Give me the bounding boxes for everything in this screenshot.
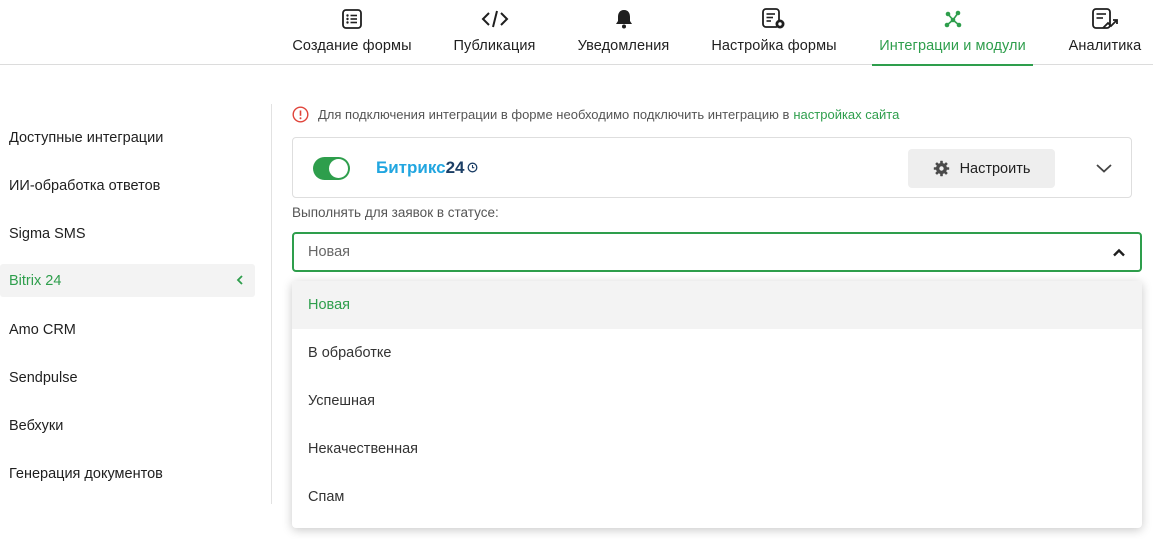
sidebar-item-label: Вебхуки	[9, 417, 64, 434]
sidebar-item-amo-crm[interactable]: Amo CRM	[0, 313, 255, 346]
tab-label: Настройка формы	[711, 38, 837, 54]
sidebar-divider	[271, 104, 272, 504]
dropdown-option-in-progress[interactable]: В обработке	[292, 329, 1142, 377]
status-dropdown: Новая В обработке Успешная Некачественна…	[292, 281, 1142, 528]
sidebar-item-document-generation[interactable]: Генерация документов	[0, 457, 255, 490]
form-list-icon	[341, 8, 363, 30]
sidebar-item-label: ИИ-обработка ответов	[9, 177, 161, 194]
configure-button[interactable]: Настроить	[908, 149, 1055, 188]
logo-number: 24	[445, 158, 465, 177]
logo-text: Битрикс	[376, 158, 446, 177]
sidebar-item-label: Amo CRM	[9, 321, 76, 338]
gear-icon	[933, 160, 950, 177]
tab-label: Создание формы	[292, 38, 412, 54]
top-navigation: Создание формы Публикация Уведомления На…	[0, 0, 1153, 66]
tab-integrations[interactable]: Интеграции и модули	[872, 0, 1033, 66]
bitrix24-logo: Битрикс 24	[376, 157, 478, 179]
clock-icon	[467, 158, 478, 178]
error-info-icon	[292, 105, 309, 123]
chevron-left-icon	[235, 272, 245, 292]
tab-label: Интеграции и модули	[879, 38, 1026, 54]
form-settings-icon	[761, 8, 787, 30]
sidebar-item-bitrix24[interactable]: Bitrix 24	[0, 264, 255, 297]
status-select[interactable]: Новая	[292, 232, 1142, 272]
integration-notice: Для подключения интеграции в форме необх…	[292, 104, 899, 124]
tab-publication[interactable]: Публикация	[452, 0, 537, 65]
tab-label: Уведомления	[577, 38, 670, 54]
sidebar-item-webhooks[interactable]: Вебхуки	[0, 409, 255, 442]
bell-icon	[614, 8, 634, 30]
tab-form-builder[interactable]: Создание формы	[292, 0, 412, 65]
tab-analytics[interactable]: Аналитика	[1066, 0, 1144, 65]
sidebar-item-sendpulse[interactable]: Sendpulse	[0, 361, 255, 394]
dropdown-option-low-quality[interactable]: Некачественная	[292, 425, 1142, 473]
dropdown-option-new[interactable]: Новая	[292, 281, 1142, 329]
sidebar-item-label: Доступные интеграции	[9, 129, 164, 146]
notice-text: Для подключения интеграции в форме необх…	[318, 106, 790, 122]
tab-label: Публикация	[453, 38, 536, 54]
status-select-value: Новая	[308, 244, 350, 260]
chevron-down-icon[interactable]	[1094, 158, 1114, 178]
status-filter-label: Выполнять для заявок в статусе:	[292, 205, 499, 220]
dropdown-option-successful[interactable]: Успешная	[292, 377, 1142, 425]
sidebar-item-available-integrations[interactable]: Доступные интеграции	[0, 121, 255, 154]
sidebar-item-label: Bitrix 24	[9, 272, 62, 289]
toggle-knob	[329, 159, 348, 178]
sidebar-item-ai-processing[interactable]: ИИ-обработка ответов	[0, 169, 255, 202]
sidebar-item-label: Sigma SMS	[9, 225, 86, 242]
integrations-icon	[942, 8, 964, 30]
analytics-icon	[1091, 8, 1119, 30]
chevron-up-icon	[1112, 246, 1126, 260]
dropdown-option-spam[interactable]: Спам	[292, 473, 1142, 521]
tab-notifications[interactable]: Уведомления	[576, 0, 671, 65]
tab-label: Аналитика	[1068, 38, 1142, 54]
code-icon	[481, 8, 509, 30]
bitrix24-integration-card: Битрикс 24 Настроить	[292, 137, 1132, 198]
integration-toggle[interactable]	[313, 157, 350, 180]
sidebar-item-sigma-sms[interactable]: Sigma SMS	[0, 217, 255, 250]
sidebar-item-label: Генерация документов	[9, 465, 163, 482]
configure-label: Настроить	[959, 160, 1031, 177]
sidebar-item-label: Sendpulse	[9, 369, 78, 386]
tab-form-settings[interactable]: Настройка формы	[710, 0, 838, 65]
site-settings-link[interactable]: настройках сайта	[793, 107, 899, 122]
